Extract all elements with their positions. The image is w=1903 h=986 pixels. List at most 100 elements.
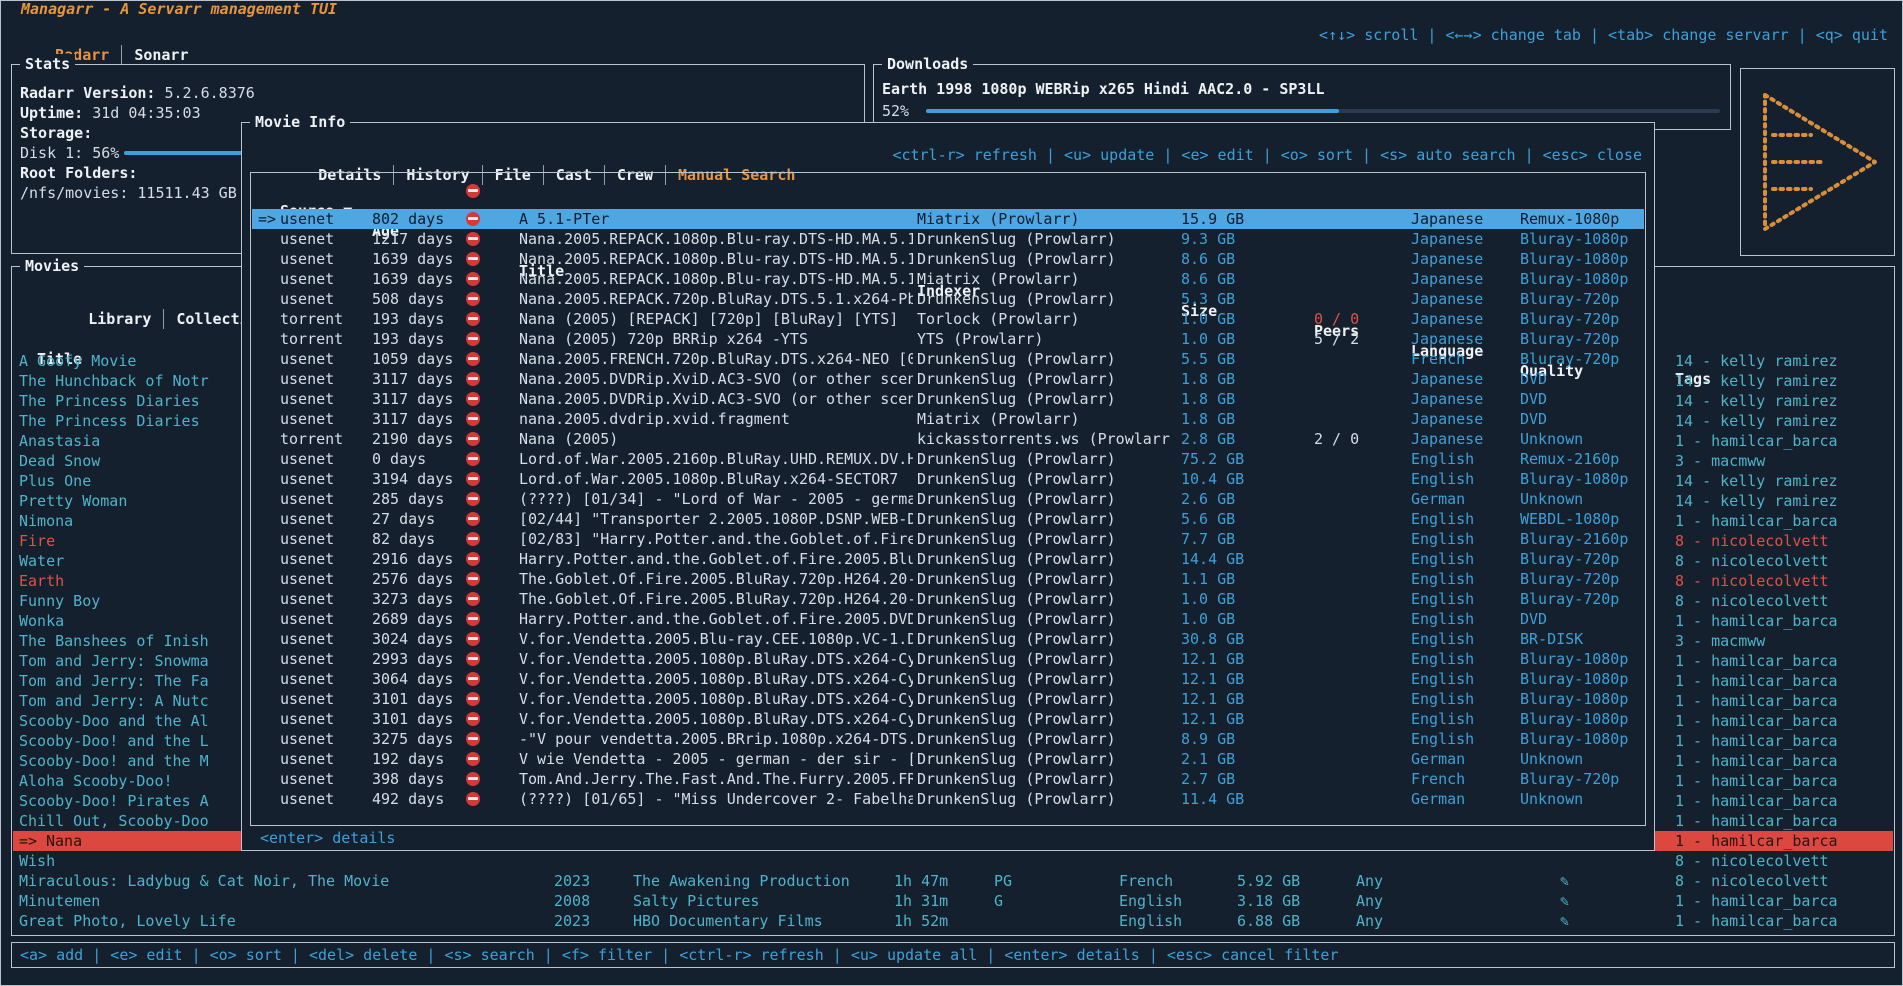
release-row[interactable]: usenet285 days(????) [01/34] - "Lord of … (252, 489, 1644, 509)
release-source: usenet (280, 469, 334, 489)
bottom-keybind-bar: <a> add | <e> edit | <o> sort | <del> de… (11, 942, 1895, 968)
release-row[interactable]: usenet1217 daysNana.2005.REPACK.1080p.Bl… (252, 229, 1644, 249)
release-title: V.for.Vendetta.2005.1080p.BluRay.DTS.x26… (519, 709, 913, 729)
release-row[interactable]: usenet3117 daysNana.2005.DVDRip.XviD.AC3… (252, 389, 1644, 409)
movie-row[interactable]: Wish8 - nicolecolvett (13, 851, 1893, 871)
release-row[interactable]: usenet3117 daysNana.2005.DVDRip.XviD.AC3… (252, 369, 1644, 389)
release-indexer: DrunkenSlug (Prowlarr) (917, 289, 1177, 309)
release-source: usenet (280, 729, 334, 749)
tab-sonarr[interactable]: Sonarr (122, 45, 200, 65)
release-row[interactable]: usenet27 days[02/44] "Transporter 2.2005… (252, 509, 1644, 529)
release-size: 1.0 GB (1181, 329, 1235, 349)
release-row[interactable]: torrent193 daysNana (2005) 720p BRRip x2… (252, 329, 1644, 349)
movie-tag: 8 - nicolecolvett (1675, 851, 1893, 871)
movie-row[interactable]: Great Photo, Lovely Life2023HBO Document… (13, 911, 1893, 931)
movie-title: Great Photo, Lovely Life (19, 911, 549, 931)
release-title: Nana (2005) [REPACK] [720p] [BluRay] [YT… (519, 309, 913, 329)
release-title: The.Goblet.Of.Fire.2005.BluRay.720p.H264… (519, 569, 913, 589)
release-source: usenet (280, 689, 334, 709)
no-entry-icon (466, 732, 480, 746)
release-row[interactable]: usenet3101 daysV.for.Vendetta.2005.1080p… (252, 689, 1644, 709)
release-row[interactable]: usenet2576 daysThe.Goblet.Of.Fire.2005.B… (252, 569, 1644, 589)
downloads-panel-title: Downloads (882, 54, 973, 74)
movie-tag: 8 - nicolecolvett (1675, 591, 1893, 611)
logo-panel (1740, 68, 1895, 256)
release-source: usenet (280, 529, 334, 549)
release-row[interactable]: usenet1059 daysNana.2005.FRENCH.720p.Blu… (252, 349, 1644, 369)
release-age: 492 days (372, 789, 444, 809)
release-language: Japanese (1411, 389, 1483, 409)
release-age: 1639 days (372, 269, 453, 289)
release-row[interactable]: usenet2916 daysHarry.Potter.and.the.Gobl… (252, 549, 1644, 569)
release-language: English (1411, 549, 1474, 569)
release-language: Japanese (1411, 429, 1483, 449)
release-source: usenet (280, 569, 334, 589)
release-row[interactable]: usenet0 daysLord.of.War.2005.2160p.BluRa… (252, 449, 1644, 469)
release-row[interactable]: usenet398 daysTom.And.Jerry.The.Fast.And… (252, 769, 1644, 789)
no-entry-icon (466, 772, 480, 786)
release-row[interactable]: usenet3064 daysV.for.Vendetta.2005.1080p… (252, 669, 1644, 689)
release-row[interactable]: usenet3194 daysLord.of.War.2005.1080p.Bl… (252, 469, 1644, 489)
release-row[interactable]: usenet2689 daysHarry.Potter.and.the.Gobl… (252, 609, 1644, 629)
release-quality: Bluray-720p (1520, 349, 1619, 369)
release-quality: Bluray-1080p (1520, 669, 1628, 689)
release-language: German (1411, 749, 1465, 769)
movie-language: English (1119, 891, 1182, 911)
release-language: English (1411, 729, 1474, 749)
no-entry-icon (466, 512, 480, 526)
movie-info-modal: Movie Info DetailsHistoryFileCastCrewMan… (241, 122, 1655, 851)
movie-tag: 3 - macmww (1675, 451, 1893, 471)
release-row[interactable]: torrent2190 daysNana (2005)kickasstorren… (252, 429, 1644, 449)
movie-quality-profile: Any (1356, 911, 1383, 931)
edit-icon: ✎ (1560, 911, 1569, 931)
release-row[interactable]: usenet192 daysV wie Vendetta - 2005 - ge… (252, 749, 1644, 769)
movie-tag: 8 - nicolecolvett (1675, 871, 1893, 891)
release-row[interactable]: usenet3273 daysThe.Goblet.Of.Fire.2005.B… (252, 589, 1644, 609)
movie-tag: 1 - hamilcar_barca (1675, 831, 1893, 851)
movie-size: 5.92 GB (1237, 871, 1300, 891)
release-age: 3273 days (372, 589, 453, 609)
tab-library[interactable]: Library (76, 309, 164, 329)
release-title: Nana.2005.DVDRip.XviD.AC3-SVO (or other … (519, 389, 913, 409)
release-row[interactable]: usenet3024 daysV.for.Vendetta.2005.Blu-r… (252, 629, 1644, 649)
release-row[interactable]: usenet2993 daysV.for.Vendetta.2005.1080p… (252, 649, 1644, 669)
release-title: -"V pour vendetta.2005.BRrip.1080p.x264-… (519, 729, 913, 749)
movie-size: 6.88 GB (1237, 911, 1300, 931)
release-row[interactable]: usenet3275 days-"V pour vendetta.2005.BR… (252, 729, 1644, 749)
release-row[interactable]: usenet3101 daysV.for.Vendetta.2005.1080p… (252, 709, 1644, 729)
release-language: French (1411, 769, 1465, 789)
release-title: Nana.2005.REPACK.1080p.Blu-ray.DTS-HD.MA… (519, 249, 913, 269)
movie-row[interactable]: Miraculous: Ladybug & Cat Noir, The Movi… (13, 871, 1893, 891)
release-peers: 5 / 2 (1314, 329, 1359, 349)
global-keybind-hints: <↑↓> scroll | <←→> change tab | <tab> ch… (1319, 25, 1888, 45)
release-quality: Bluray-1080p (1520, 269, 1628, 289)
release-title: Nana.2005.REPACK.720p.BluRay.DTS.5.1.x26… (519, 289, 913, 309)
release-row[interactable]: usenet1639 daysNana.2005.REPACK.1080p.Bl… (252, 249, 1644, 269)
no-entry-icon (466, 672, 480, 686)
no-entry-icon (466, 332, 480, 346)
movie-tag: 14 - kelly ramirez (1675, 491, 1893, 511)
release-row[interactable]: usenet82 days[02/83] "Harry.Potter.and.t… (252, 529, 1644, 549)
release-title: Nana.2005.FRENCH.720p.BluRay.DTS.x264-NE… (519, 349, 913, 369)
movie-row[interactable]: Minutemen2008Salty Pictures1h 31mGEnglis… (13, 891, 1893, 911)
uptime-value: 31d 04:35:03 (92, 104, 200, 122)
release-row[interactable]: usenet1639 daysNana.2005.REPACK.1080p.Bl… (252, 269, 1644, 289)
release-title: nana.2005.dvdrip.xvid.fragment (519, 409, 913, 429)
release-language: Japanese (1411, 269, 1483, 289)
release-quality: Bluray-720p (1520, 329, 1619, 349)
radarr-version-label: Radarr Version: (20, 84, 155, 102)
movie-title: Miraculous: Ladybug & Cat Noir, The Movi… (19, 871, 549, 891)
release-indexer: DrunkenSlug (Prowlarr) (917, 549, 1177, 569)
no-entry-icon (466, 352, 480, 366)
release-row[interactable]: usenet3117 daysnana.2005.dvdrip.xvid.fra… (252, 409, 1644, 429)
release-title: Tom.And.Jerry.The.Fast.And.The.Furry.200… (519, 769, 913, 789)
release-source: usenet (280, 629, 334, 649)
release-row[interactable]: usenet508 daysNana.2005.REPACK.720p.BluR… (252, 289, 1644, 309)
release-row[interactable]: =>usenet802 daysA 5.1-PTerMiatrix (Prowl… (252, 209, 1644, 229)
release-row[interactable]: torrent193 daysNana (2005) [REPACK] [720… (252, 309, 1644, 329)
no-entry-icon (466, 212, 480, 226)
release-row[interactable]: usenet492 days(????) [01/65] - "Miss Und… (252, 789, 1644, 809)
release-language: Japanese (1411, 249, 1483, 269)
release-age: 2689 days (372, 609, 453, 629)
release-language: English (1411, 449, 1474, 469)
